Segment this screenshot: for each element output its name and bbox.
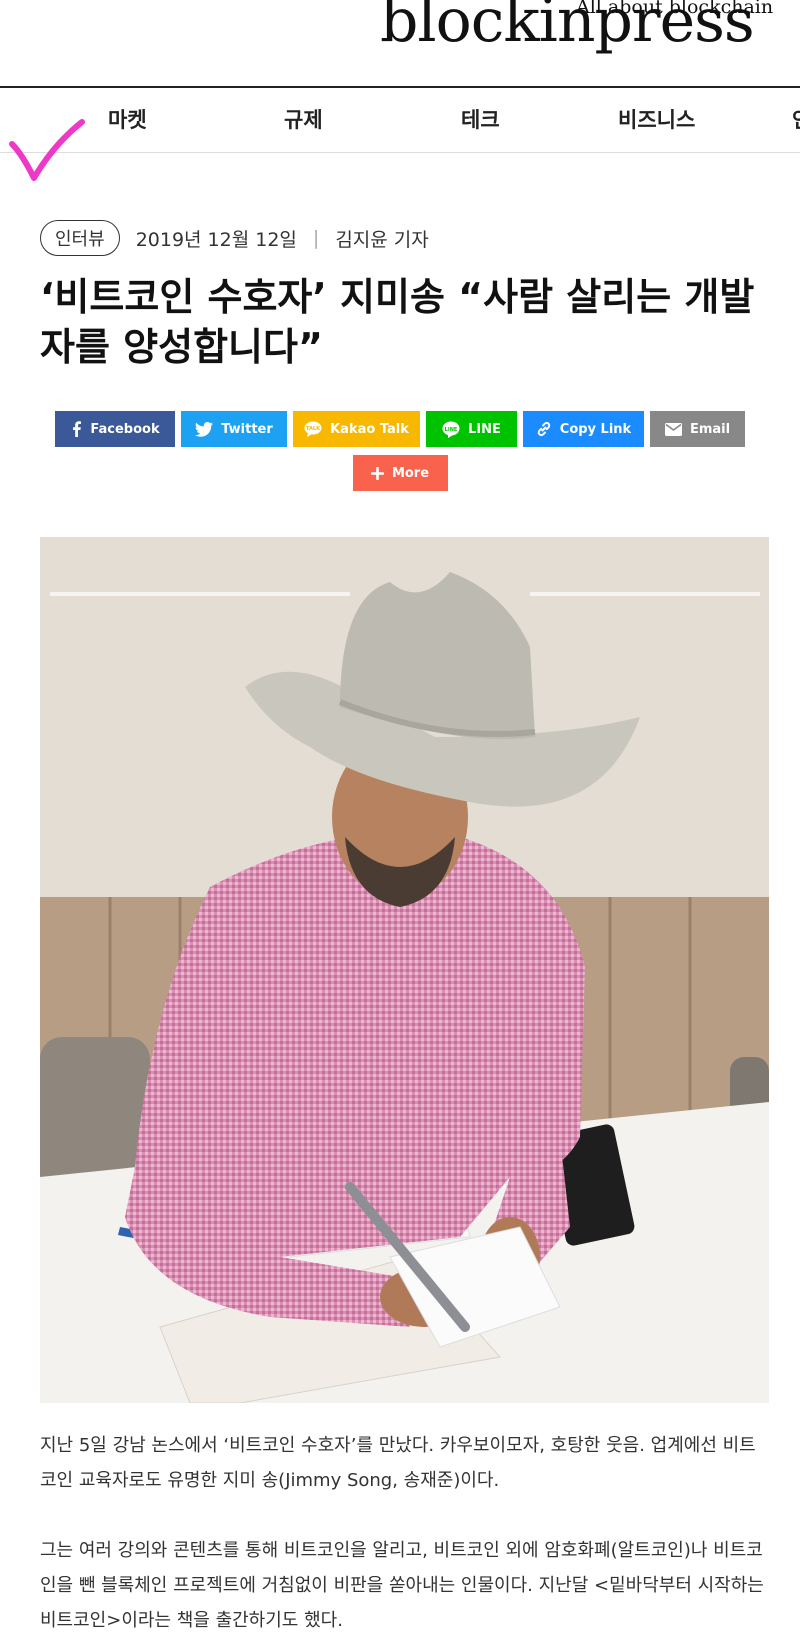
nav-item-market[interactable]: 마켓 [108,104,147,134]
share-bar-more: More [0,455,800,491]
share-twitter-button[interactable]: Twitter [181,411,287,447]
nav-item-partial[interactable]: 인 [792,104,800,134]
nav-item-tech[interactable]: 테크 [461,104,500,134]
article-title: ‘비트코인 수호자’ 지미송 “사람 살리는 개발자를 양성합니다” [40,275,755,369]
share-facebook-button[interactable]: Facebook [55,411,175,447]
share-kakao-talk-label: Kakao Talk [330,421,409,437]
share-copy-link-label: Copy Link [559,421,632,437]
share-bar: Facebook Twitter TALK Kakao Talk LINE LI… [0,411,800,447]
nav-item-regulation[interactable]: 규제 [284,104,323,134]
publish-date: 2019년 12월 12일 [135,228,297,251]
plus-icon [370,466,384,480]
line-icon: LINE [442,421,460,438]
site-header: blockinpress All about blockchain [0,0,800,88]
author-name[interactable]: 김지윤 기자 [335,225,428,252]
article-paragraph: 그는 여러 강의와 콘텐츠를 통해 비트코인을 알리고, 비트코인 외에 암호화… [40,1540,764,1631]
article-photo [40,537,769,1403]
share-email-label: Email [689,421,731,437]
share-email-button[interactable]: Email [650,411,745,447]
category-badge[interactable]: 인터뷰 [40,220,120,256]
check-mark-icon [9,119,85,181]
svg-text:LINE: LINE [445,427,458,433]
meta-divider: | [312,227,320,249]
facebook-icon [70,421,82,437]
twitter-icon [195,421,214,437]
svg-text:TALK: TALK [306,426,321,432]
main-nav: 마켓 규제 테크 비즈니스 인 [0,88,800,153]
site-tagline: All about blockchain [576,0,774,18]
share-more-label: More [391,465,430,481]
article-paragraph: 지난 5일 강남 논스에서 ‘비트코인 수호자’를 만났다. 카우보이모자, 호… [40,1435,756,1491]
share-copy-link-button[interactable]: Copy Link [523,411,644,447]
email-icon [664,422,682,436]
article-meta: 인터뷰 2019년 12월 12일 | 김지윤 기자 [40,220,429,256]
share-more-button[interactable]: More [352,455,448,491]
kakao-talk-icon: TALK [304,421,322,437]
share-line-button[interactable]: LINE LINE [426,411,517,447]
share-line-label: LINE [468,421,501,437]
nav-item-business[interactable]: 비즈니스 [618,104,695,134]
link-icon [536,421,552,437]
share-kakao-talk-button[interactable]: TALK Kakao Talk [293,411,420,447]
share-facebook-label: Facebook [90,421,160,437]
share-twitter-label: Twitter [221,421,273,437]
